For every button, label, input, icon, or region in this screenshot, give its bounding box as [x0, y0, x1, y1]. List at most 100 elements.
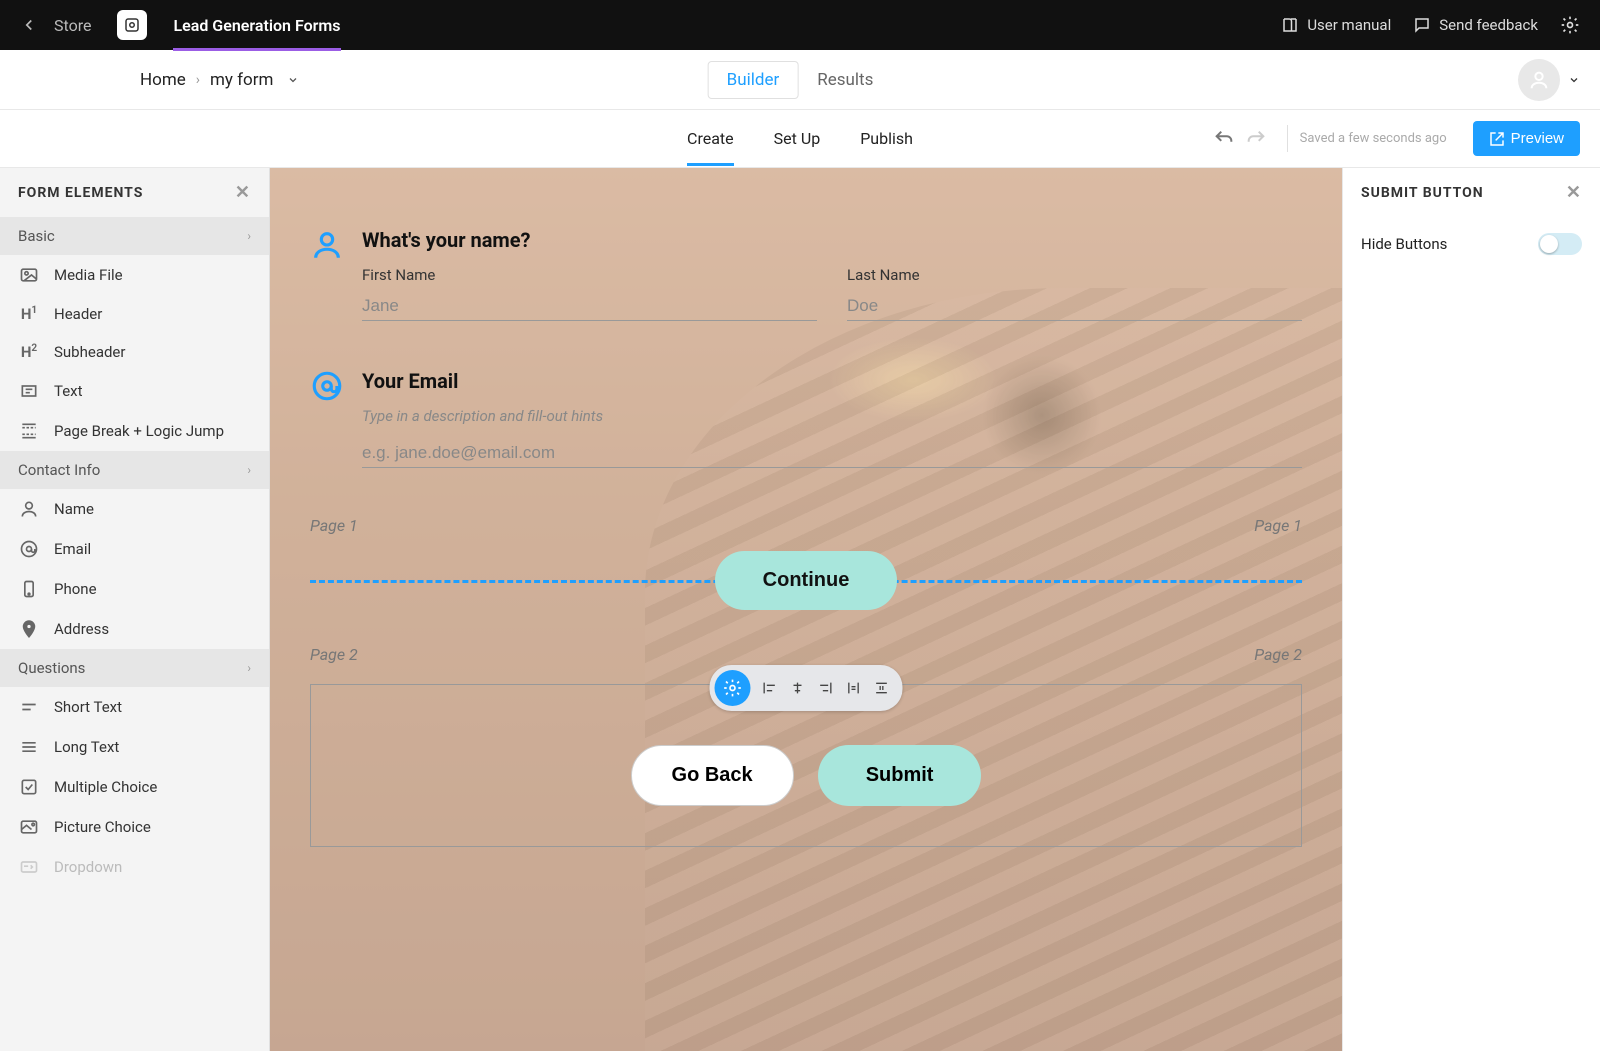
tab-builder[interactable]: Builder — [708, 61, 799, 99]
section-questions-label: Questions — [18, 659, 85, 677]
name-block-title[interactable]: What's your name? — [362, 228, 1302, 252]
form-canvas[interactable]: What's your name? First Name Last Name — [270, 168, 1342, 1051]
item-phone[interactable]: Phone — [0, 569, 269, 609]
item-media-file-label: Media File — [54, 266, 123, 284]
user-manual-link[interactable]: User manual — [1281, 16, 1391, 34]
item-text[interactable]: Text — [0, 371, 269, 411]
element-settings-button[interactable] — [715, 670, 751, 706]
item-dropdown[interactable]: Dropdown — [0, 847, 269, 887]
item-name[interactable]: Name — [0, 489, 269, 529]
item-name-label: Name — [54, 500, 94, 518]
text-icon — [18, 381, 40, 401]
item-media-file[interactable]: Media File — [0, 255, 269, 295]
tab-setup[interactable]: Set Up — [774, 111, 821, 166]
settings-icon[interactable] — [1560, 15, 1580, 35]
header-icon: H1 — [18, 305, 40, 323]
item-short-text-label: Short Text — [54, 698, 122, 716]
page2-label-left: Page 2 — [310, 645, 358, 664]
last-name-input[interactable] — [847, 292, 1302, 321]
submit-button[interactable]: Submit — [818, 745, 982, 806]
tab-create[interactable]: Create — [687, 111, 734, 166]
person-icon — [310, 228, 344, 321]
section-basic[interactable]: Basic › — [0, 217, 269, 255]
chevron-down-icon[interactable] — [287, 74, 299, 86]
item-email[interactable]: Email — [0, 529, 269, 569]
submit-section[interactable]: Go Back Submit — [310, 684, 1302, 847]
item-subheader[interactable]: H2 Subheader — [0, 333, 269, 371]
item-long-text[interactable]: Long Text — [0, 727, 269, 767]
item-page-break-label: Page Break + Logic Jump — [54, 422, 224, 440]
item-picture-choice[interactable]: Picture Choice — [0, 807, 269, 847]
continue-button[interactable]: Continue — [715, 551, 898, 610]
align-left-icon[interactable] — [761, 679, 779, 697]
item-phone-label: Phone — [54, 580, 97, 598]
back-arrow[interactable] — [20, 16, 38, 34]
breadcrumb-home[interactable]: Home — [140, 70, 186, 90]
page1-label-left: Page 1 — [310, 516, 358, 535]
short-text-icon — [18, 697, 40, 717]
name-block[interactable]: What's your name? First Name Last Name — [310, 228, 1302, 321]
item-header[interactable]: H1 Header — [0, 295, 269, 333]
first-name-input[interactable] — [362, 292, 817, 321]
person-icon — [18, 499, 40, 519]
first-name-label: First Name — [362, 266, 817, 284]
page-break[interactable]: Continue — [310, 545, 1302, 615]
send-feedback-label: Send feedback — [1439, 16, 1538, 34]
hide-buttons-toggle[interactable] — [1538, 233, 1582, 255]
item-address-label: Address — [54, 620, 109, 638]
email-block-title[interactable]: Your Email — [362, 369, 1302, 393]
email-block[interactable]: Your Email Type in a description and fil… — [310, 369, 1302, 468]
right-panel-title: SUBMIT BUTTON — [1361, 185, 1484, 201]
section-questions[interactable]: Questions › — [0, 649, 269, 687]
close-icon[interactable]: ✕ — [1566, 182, 1582, 203]
item-long-text-label: Long Text — [54, 738, 119, 756]
left-panel-title: FORM ELEMENTS — [18, 185, 143, 201]
hide-buttons-label: Hide Buttons — [1361, 235, 1447, 253]
item-address[interactable]: Address — [0, 609, 269, 649]
item-multiple-choice-label: Multiple Choice — [54, 778, 157, 796]
preview-button[interactable]: Preview — [1473, 121, 1580, 156]
distribute-h-icon[interactable] — [845, 679, 863, 697]
close-icon[interactable]: ✕ — [235, 182, 251, 203]
tab-publish[interactable]: Publish — [860, 111, 913, 166]
tab-results[interactable]: Results — [798, 61, 892, 99]
email-input[interactable] — [362, 439, 1302, 468]
item-dropdown-label: Dropdown — [54, 858, 122, 876]
item-subheader-label: Subheader — [54, 343, 125, 361]
item-multiple-choice[interactable]: Multiple Choice — [0, 767, 269, 807]
breadcrumb-form-name[interactable]: my form — [210, 70, 273, 90]
section-contact-info[interactable]: Contact Info › — [0, 451, 269, 489]
pin-icon — [18, 619, 40, 639]
app-title: Lead Generation Forms — [173, 16, 340, 35]
email-block-desc[interactable]: Type in a description and fill-out hints — [362, 407, 1302, 425]
send-feedback-link[interactable]: Send feedback — [1413, 16, 1538, 34]
redo-button[interactable] — [1245, 128, 1267, 150]
at-icon — [310, 369, 344, 468]
at-icon — [18, 539, 40, 559]
distribute-v-icon[interactable] — [873, 679, 891, 697]
chevron-right-icon: › — [196, 72, 200, 88]
undo-button[interactable] — [1213, 128, 1235, 150]
checkbox-icon — [18, 777, 40, 797]
item-page-break[interactable]: Page Break + Logic Jump — [0, 411, 269, 451]
chevron-down-icon — [1568, 74, 1580, 86]
store-link[interactable]: Store — [54, 16, 91, 35]
section-contact-info-label: Contact Info — [18, 461, 100, 479]
user-manual-label: User manual — [1307, 16, 1391, 34]
user-menu[interactable] — [1518, 59, 1580, 101]
dropdown-icon — [18, 857, 40, 877]
last-name-label: Last Name — [847, 266, 1302, 284]
align-center-h-icon[interactable] — [789, 679, 807, 697]
preview-label: Preview — [1511, 130, 1564, 147]
item-email-label: Email — [54, 540, 91, 558]
align-right-icon[interactable] — [817, 679, 835, 697]
subheader-icon: H2 — [18, 343, 40, 361]
breadcrumb: Home › my form — [140, 70, 299, 90]
item-short-text[interactable]: Short Text — [0, 687, 269, 727]
go-back-button[interactable]: Go Back — [631, 745, 794, 806]
saved-status: Saved a few seconds ago — [1287, 125, 1459, 152]
app-icon — [117, 10, 147, 40]
page2-label-right: Page 2 — [1254, 645, 1302, 664]
chevron-right-icon: › — [247, 229, 251, 243]
item-text-label: Text — [54, 382, 83, 400]
